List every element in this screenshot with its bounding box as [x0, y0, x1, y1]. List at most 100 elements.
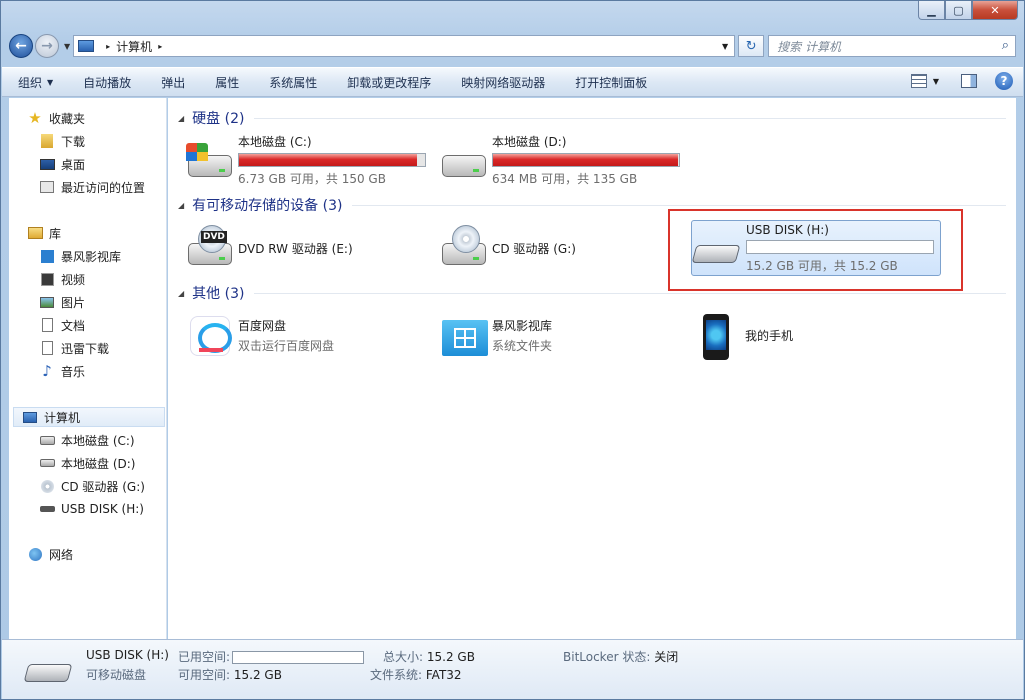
item-tile-phone[interactable]: 我的手机	[691, 307, 941, 363]
dvd-logo: DVD	[201, 231, 227, 243]
disc-icon	[452, 225, 480, 253]
details-free-space: 可用空间: 15.2 GB	[178, 666, 282, 683]
usb-drive-icon	[39, 502, 55, 516]
sidebar-item-music[interactable]: ♪ 音乐	[39, 361, 85, 381]
explorer-window: ▁ ▢ ✕ ← → ▼ ▸ 计算机 ▸ ▼ ↻ 搜索 计算机 ⌕ 组织 ▼ 自动播…	[0, 0, 1025, 700]
drive-tile-g[interactable]: CD 驱动器 (G:)	[438, 220, 688, 276]
breadcrumb-computer[interactable]: 计算机	[116, 38, 152, 55]
back-button[interactable]: ←	[9, 34, 33, 58]
sidebar-item-storm-video[interactable]: 暴风影视库	[39, 246, 121, 266]
sidebar-item-label: 迅雷下载	[61, 341, 110, 356]
sidebar-item-xunlei[interactable]: 迅雷下载	[39, 338, 109, 358]
sidebar-item-label: 最近访问的位置	[61, 180, 146, 195]
drive-tile-e[interactable]: DVD DVD RW 驱动器 (E:)	[184, 220, 434, 276]
drive-tile-c[interactable]: 本地磁盘 (C:) 6.73 GB 可用，共 150 GB	[184, 132, 434, 188]
computer-icon	[78, 40, 95, 52]
details-total-size: 总大小: 15.2 GB	[383, 648, 475, 665]
item-info: 百度网盘 双击运行百度网盘	[238, 317, 334, 354]
recent-pages-dropdown[interactable]: ▼	[64, 42, 70, 51]
map-network-drive-button[interactable]: 映射网络驱动器	[461, 74, 545, 91]
sidebar-item-label: 计算机	[44, 410, 81, 425]
view-dropdown-icon[interactable]: ▼	[933, 77, 939, 86]
details-pane: USB DISK (H:) 可移动磁盘 已用空间: 可用空间: 15.2 GB …	[2, 639, 1023, 699]
system-properties-button[interactable]: 系统属性	[269, 74, 317, 91]
item-subtitle: 系统文件夹	[492, 338, 553, 353]
sidebar-item-drive-c[interactable]: 本地磁盘 (C:)	[39, 430, 135, 450]
collapse-triangle-icon[interactable]: ◢	[178, 114, 184, 123]
group-header-hdd[interactable]: ◢ 硬盘 (2)	[178, 108, 1006, 128]
search-placeholder: 搜索 计算机	[777, 39, 841, 54]
maximize-button[interactable]: ▢	[945, 1, 972, 20]
item-name: 我的手机	[745, 328, 794, 343]
address-history-dropdown[interactable]: ▼	[722, 42, 728, 51]
properties-button[interactable]: 属性	[215, 74, 239, 91]
cd-drive-icon	[39, 479, 55, 493]
sidebar-item-network[interactable]: 网络	[27, 544, 73, 564]
close-button[interactable]: ✕	[972, 1, 1018, 20]
item-name: 百度网盘	[238, 318, 287, 333]
minimize-button[interactable]: ▁	[918, 1, 945, 20]
drive-name: DVD RW 驱动器 (E:)	[238, 241, 353, 256]
forward-arrow-icon: →	[41, 38, 53, 54]
item-tile-storm[interactable]: 暴风影视库 系统文件夹	[438, 307, 688, 363]
collapse-triangle-icon[interactable]: ◢	[178, 289, 184, 298]
sidebar-item-label: 视频	[61, 272, 86, 287]
folder-icon	[442, 320, 488, 356]
sidebar-item-favorites[interactable]: ★ 收藏夹	[27, 108, 85, 128]
sidebar-item-drive-d[interactable]: 本地磁盘 (D:)	[39, 453, 135, 473]
bitlocker-value: 关闭	[654, 650, 679, 664]
picture-icon	[39, 295, 55, 309]
search-icon[interactable]: ⌕	[1002, 38, 1009, 53]
uninstall-programs-button[interactable]: 卸载或更改程序	[347, 74, 431, 91]
group-divider	[254, 292, 1006, 294]
sidebar-item-recent[interactable]: 最近访问的位置	[39, 177, 145, 197]
group-header-other[interactable]: ◢ 其他 (3)	[178, 283, 1006, 303]
sidebar-item-computer[interactable]: 计算机	[13, 407, 165, 427]
sidebar-item-downloads[interactable]: 下载	[39, 131, 85, 151]
drive-info: 本地磁盘 (D:) 634 MB 可用，共 135 GB	[492, 133, 680, 187]
help-icon[interactable]: ?	[995, 72, 1013, 90]
organize-menu[interactable]: 组织 ▼	[18, 74, 53, 91]
eject-button[interactable]: 弹出	[161, 74, 185, 91]
sidebar-item-label: CD 驱动器 (G:)	[61, 479, 145, 494]
preview-pane-icon[interactable]	[961, 74, 977, 88]
sidebar-item-drive-h[interactable]: USB DISK (H:)	[39, 499, 144, 519]
control-panel-button[interactable]: 打开控制面板	[575, 74, 647, 91]
address-bar[interactable]: ▸ 计算机 ▸ ▼	[73, 35, 736, 57]
breadcrumb-separator-end[interactable]: ▸	[158, 42, 162, 51]
change-view-icon[interactable]	[910, 74, 927, 88]
details-drive-name: USB DISK (H:)	[86, 648, 169, 662]
computer-icon	[22, 410, 38, 424]
toolbar-right: ▼ ?	[910, 72, 1013, 90]
sidebar-item-label: 桌面	[61, 157, 86, 172]
usage-bar-fill	[239, 154, 417, 166]
file-system-label: 文件系统:	[370, 668, 423, 682]
forward-button[interactable]: →	[35, 34, 59, 58]
drive-tile-d[interactable]: 本地磁盘 (D:) 634 MB 可用，共 135 GB	[438, 132, 688, 188]
hard-drive-icon	[438, 137, 488, 183]
item-tile-baidu[interactable]: 百度网盘 双击运行百度网盘	[184, 307, 434, 363]
star-icon: ★	[28, 109, 42, 127]
dvd-drive-icon: DVD	[184, 225, 234, 271]
sidebar-item-drive-g[interactable]: CD 驱动器 (G:)	[39, 476, 145, 496]
network-icon	[27, 547, 43, 561]
sidebar-item-documents[interactable]: 文档	[39, 315, 85, 335]
phone-icon	[691, 312, 741, 360]
search-input[interactable]: 搜索 计算机 ⌕	[768, 35, 1016, 57]
group-divider	[254, 117, 1006, 119]
sidebar-item-desktop[interactable]: 桌面	[39, 154, 85, 174]
collapse-triangle-icon[interactable]: ◢	[178, 201, 184, 210]
sidebar-item-videos[interactable]: 视频	[39, 269, 85, 289]
breadcrumb-separator[interactable]: ▸	[106, 42, 110, 51]
used-space-bar	[232, 651, 365, 664]
sidebar-item-libraries[interactable]: 库	[27, 223, 61, 243]
autoplay-button[interactable]: 自动播放	[83, 74, 131, 91]
item-subtitle: 双击运行百度网盘	[238, 338, 335, 353]
bitlocker-label: BitLocker 状态:	[563, 650, 651, 664]
sidebar-item-pictures[interactable]: 图片	[39, 292, 85, 312]
command-toolbar: 组织 ▼ 自动播放 弹出 属性 系统属性 卸载或更改程序 映射网络驱动器 打开控制…	[2, 67, 1023, 97]
system-drive-icon	[184, 137, 234, 183]
system-drive-icon	[39, 433, 55, 447]
file-system-value: FAT32	[425, 668, 462, 682]
refresh-button[interactable]: ↻	[738, 35, 765, 57]
